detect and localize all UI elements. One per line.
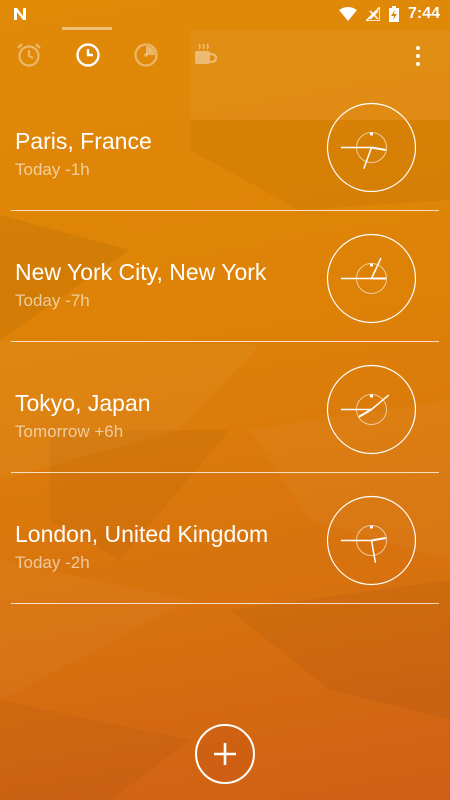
add-city-button[interactable] xyxy=(195,724,255,784)
battery-charging-icon xyxy=(388,5,399,22)
city-name: Tokyo, Japan xyxy=(15,390,151,416)
analog-clock xyxy=(326,364,417,455)
city-time-offset: Today -1h xyxy=(15,160,90,179)
city-row-paris[interactable]: Paris, France Today -1h xyxy=(0,80,450,211)
selected-tab-indicator xyxy=(62,27,112,30)
city-row-london[interactable]: London, United Kingdom Today -2h xyxy=(0,473,450,604)
notification-n-icon xyxy=(14,7,26,20)
row-divider xyxy=(11,603,439,604)
alarm-clock-icon xyxy=(17,43,41,67)
city-name: Paris, France xyxy=(15,128,152,154)
overflow-menu-button[interactable] xyxy=(411,43,425,69)
plus-icon xyxy=(214,743,236,765)
tab-timer[interactable] xyxy=(130,39,162,71)
analog-clock xyxy=(326,495,417,586)
world-clock-list: Paris, France Today -1h New York City, N… xyxy=(0,80,450,604)
tab-world-clock[interactable] xyxy=(72,39,104,71)
city-row-tokyo[interactable]: Tokyo, Japan Tomorrow +6h xyxy=(0,342,450,473)
tab-alarm[interactable] xyxy=(13,39,45,71)
analog-clock xyxy=(326,102,417,193)
city-time-offset: Tomorrow +6h xyxy=(15,422,124,441)
status-time: 7:44 xyxy=(407,4,440,22)
city-row-new-york[interactable]: New York City, New York Today -7h xyxy=(0,211,450,342)
overflow-dot-icon xyxy=(416,46,420,50)
clock-icon xyxy=(76,43,100,67)
status-bar: 7:44 xyxy=(0,0,450,27)
city-name: New York City, New York xyxy=(15,259,267,285)
city-time-offset: Today -7h xyxy=(15,291,90,310)
toolbar xyxy=(0,27,450,83)
city-name: London, United Kingdom xyxy=(15,521,269,547)
tab-bedtime[interactable] xyxy=(189,39,221,71)
overflow-dot-icon xyxy=(416,62,420,66)
timer-icon xyxy=(134,43,158,67)
wifi-icon xyxy=(338,6,357,21)
coffee-cup-icon xyxy=(195,43,218,64)
overflow-dot-icon xyxy=(416,54,420,58)
analog-clock xyxy=(326,233,417,324)
city-time-offset: Today -2h xyxy=(15,553,90,572)
no-signal-icon xyxy=(365,6,380,21)
